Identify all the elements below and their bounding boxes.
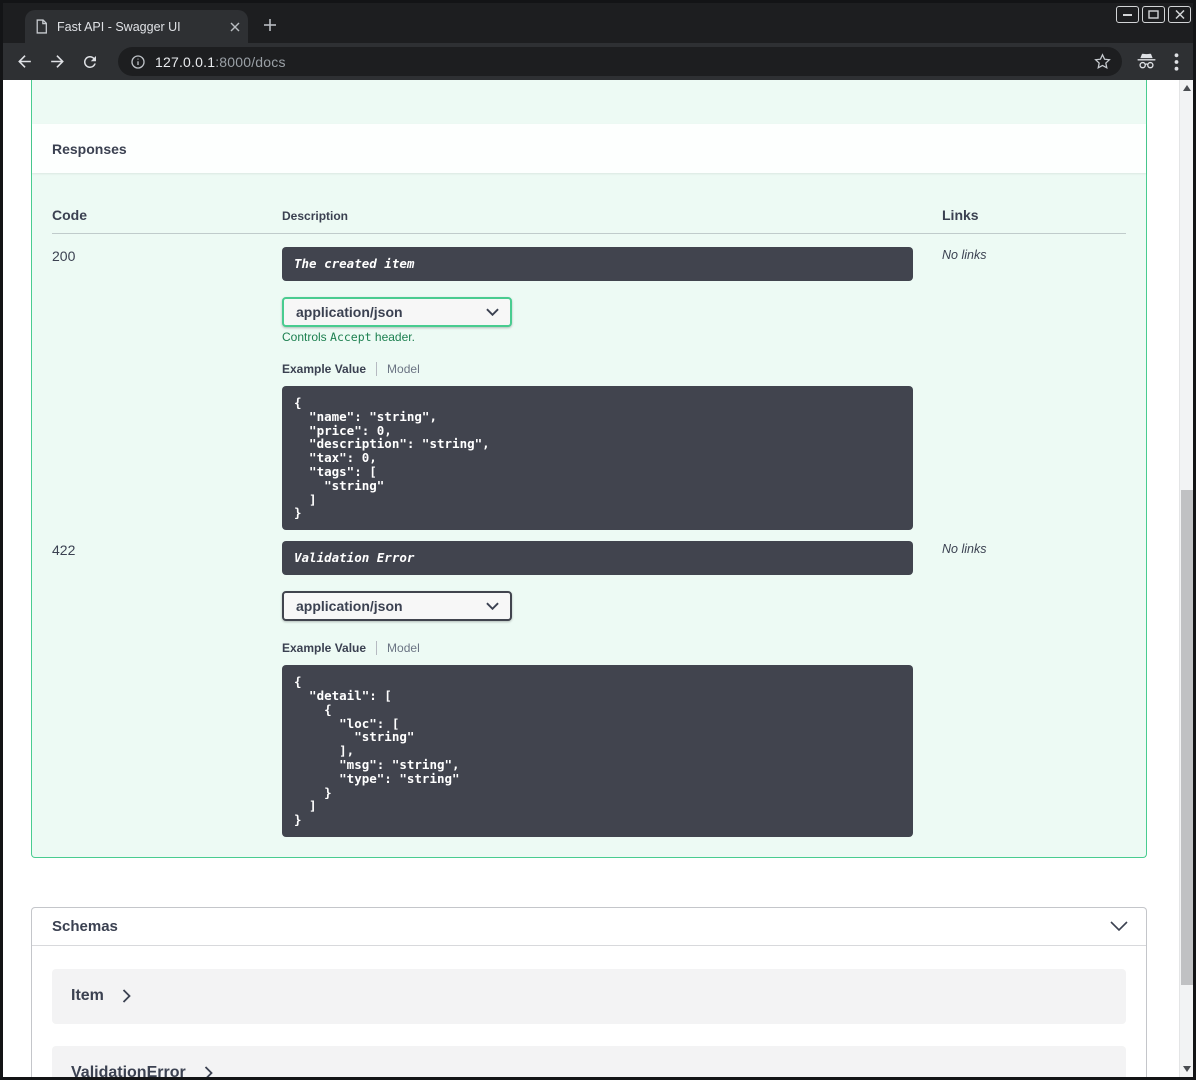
- new-tab-button[interactable]: [259, 14, 281, 36]
- response-description-cell: The created item application/json Contro…: [282, 247, 942, 531]
- bookmark-star-icon[interactable]: [1093, 52, 1112, 71]
- example-code-block: { "name": "string", "price": 0, "descrip…: [282, 386, 913, 531]
- responses-title: Responses: [52, 140, 127, 157]
- responses-table-head: Code Description Links: [52, 207, 1126, 234]
- tab-title: Fast API - Swagger UI: [57, 19, 181, 34]
- scrollbar-thumb[interactable]: [1181, 490, 1193, 985]
- example-json: { "name": "string", "price": 0, "descrip…: [294, 395, 490, 521]
- opblock-body-spacer: [32, 80, 1146, 124]
- tab-model[interactable]: Model: [387, 641, 420, 655]
- tab-separator: [376, 361, 378, 376]
- url-path: :8000/docs: [215, 53, 286, 70]
- model-title: Item: [71, 987, 104, 1005]
- tab-example-value[interactable]: Example Value: [282, 641, 366, 655]
- media-type-value: application/json: [296, 598, 403, 615]
- example-model-tabs: Example Value Model: [282, 640, 942, 655]
- forward-icon[interactable]: [46, 51, 68, 73]
- schemas-header[interactable]: Schemas: [32, 908, 1146, 946]
- model-title: ValidationError: [71, 1064, 186, 1077]
- vertical-scrollbar[interactable]: [1179, 80, 1193, 1077]
- model-item[interactable]: Item: [52, 968, 1126, 1024]
- browser-tab[interactable]: Fast API - Swagger UI: [25, 10, 248, 43]
- schemas-body: Item ValidationError: [32, 946, 1146, 1077]
- media-type-value: application/json: [296, 304, 403, 320]
- tab-close-icon[interactable]: [230, 22, 240, 32]
- header-links: Links: [942, 207, 979, 223]
- page-favicon-icon: [35, 19, 48, 34]
- responses-section-header: Responses: [32, 124, 1146, 173]
- example-model-tabs: Example Value Model: [282, 361, 942, 376]
- schemas-title: Schemas: [52, 917, 118, 935]
- model-validationerror[interactable]: ValidationError: [52, 1045, 1126, 1077]
- response-links: No links: [942, 542, 987, 557]
- schemas-section: Schemas Item ValidationError: [31, 906, 1147, 1077]
- response-code: 200: [52, 248, 76, 264]
- accept-note-suffix: header.: [371, 330, 415, 344]
- browser-window: Fast API - Swagger UI 127.0.0.1:8000/doc…: [0, 0, 1196, 1080]
- page-viewport: Responses Code Description Links 200 The…: [3, 80, 1193, 1077]
- response-links: No links: [942, 248, 987, 262]
- accept-header-note: Controls Accept header.: [282, 330, 942, 344]
- swagger-page: Responses Code Description Links 200 The…: [3, 80, 1179, 1077]
- window-controls: [1116, 6, 1191, 23]
- scroll-up-arrow[interactable]: [1180, 80, 1193, 96]
- response-code: 422: [52, 542, 76, 559]
- site-info-icon[interactable]: [130, 54, 146, 70]
- address-bar[interactable]: 127.0.0.1:8000/docs: [118, 47, 1122, 76]
- titlebar: Fast API - Swagger UI: [3, 3, 1193, 43]
- chevron-down-icon: [486, 602, 499, 611]
- toolbar-right: [1135, 50, 1179, 73]
- close-button[interactable]: [1168, 6, 1191, 23]
- response-description-box: The created item: [282, 247, 913, 281]
- chevron-right-icon: [204, 1066, 213, 1077]
- tab-model[interactable]: Model: [387, 362, 420, 376]
- back-icon[interactable]: [13, 51, 35, 73]
- accept-note-prefix: Controls: [282, 330, 331, 344]
- opblock-post: Responses Code Description Links 200 The…: [31, 80, 1147, 858]
- media-type-select[interactable]: application/json: [282, 591, 512, 622]
- browser-menu-icon[interactable]: [1174, 52, 1179, 71]
- response-row-200: 200 The created item application/json Co…: [52, 234, 1126, 531]
- url-host: 127.0.0.1: [155, 53, 216, 70]
- header-code: Code: [52, 207, 87, 223]
- minimize-button[interactable]: [1116, 6, 1139, 23]
- scroll-down-arrow[interactable]: [1180, 1061, 1193, 1077]
- responses-table: Code Description Links 200 The created i…: [32, 207, 1146, 857]
- example-json: { "detail": [ { "loc": [ "string" ], "ms…: [294, 674, 460, 828]
- response-row-422: 422 Validation Error application/json Ex…: [52, 530, 1126, 837]
- chevron-down-icon: [486, 308, 499, 316]
- incognito-icon: [1135, 50, 1158, 73]
- tab-example-value[interactable]: Example Value: [282, 362, 366, 376]
- chevron-right-icon: [122, 989, 131, 1004]
- reload-icon[interactable]: [79, 51, 101, 73]
- response-description-box: Validation Error: [282, 541, 913, 576]
- chevron-down-icon[interactable]: [1110, 921, 1128, 932]
- browser-toolbar: 127.0.0.1:8000/docs: [3, 43, 1193, 80]
- url-text: 127.0.0.1:8000/docs: [155, 54, 286, 70]
- media-type-select[interactable]: application/json: [282, 297, 512, 327]
- accept-note-code: Accept: [330, 330, 372, 344]
- example-code-block: { "detail": [ { "loc": [ "string" ], "ms…: [282, 665, 913, 837]
- maximize-button[interactable]: [1142, 6, 1165, 23]
- header-description: Description: [282, 209, 349, 223]
- tab-separator: [376, 640, 378, 655]
- response-description-cell: Validation Error application/json Exampl…: [282, 541, 942, 837]
